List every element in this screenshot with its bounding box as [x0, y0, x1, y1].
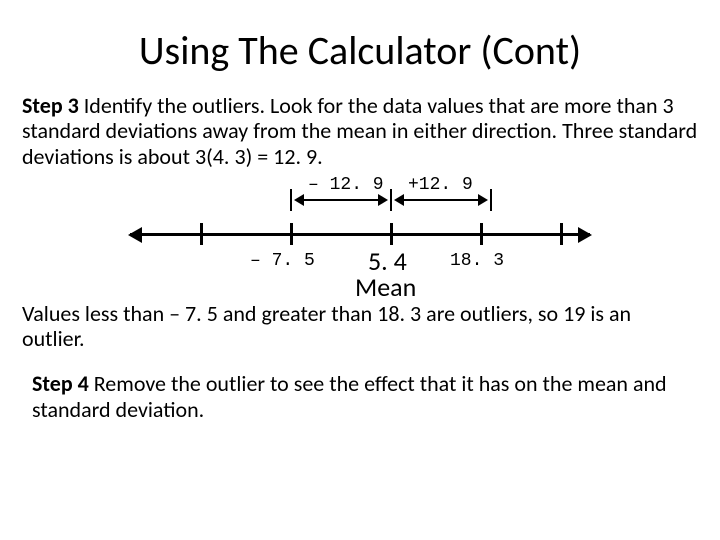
- step3-text: Identify the outliers. Look for the data…: [22, 92, 697, 170]
- conclusion-paragraph: Values less than – 7. 5 and greater than…: [22, 301, 698, 352]
- minus-offset-label: – 12. 9: [308, 175, 384, 195]
- seg-left-arrow-r: [378, 194, 388, 206]
- tick-3: [390, 223, 393, 245]
- slide: Using The Calculator (Cont) Step 3 Ident…: [0, 0, 720, 540]
- center-label: Mean: [355, 271, 416, 303]
- right-value: 18. 3: [450, 251, 504, 271]
- left-value: – 7. 5: [250, 251, 315, 271]
- bracket-bar-left: [290, 189, 292, 211]
- tick-5: [560, 223, 563, 245]
- step4-paragraph: Step 4 Remove the outlier to see the eff…: [22, 371, 698, 422]
- bracket-bar-center: [390, 189, 392, 211]
- tick-2: [290, 223, 293, 245]
- bracket-bar-right: [490, 189, 492, 211]
- step4-label: Step 4: [32, 370, 89, 397]
- step3-paragraph: Step 3 Identify the outliers. Look for t…: [22, 93, 698, 169]
- tick-1: [200, 223, 203, 245]
- step4-text: Remove the outlier to see the effect tha…: [32, 370, 667, 422]
- page-title: Using The Calculator (Cont): [22, 26, 698, 75]
- line-arrow-right-icon: [578, 227, 592, 243]
- seg-right-line: [402, 199, 480, 201]
- plus-offset-label: +12. 9: [408, 175, 473, 195]
- number-line-diagram: – 12. 9 +12. 9 – 7. 5 5. 4 Mean 18. 3: [130, 175, 590, 295]
- number-line: [130, 233, 590, 236]
- tick-4: [480, 223, 483, 245]
- seg-right-arrow-r: [478, 194, 488, 206]
- step3-label: Step 3: [22, 92, 79, 119]
- seg-left-line: [302, 199, 380, 201]
